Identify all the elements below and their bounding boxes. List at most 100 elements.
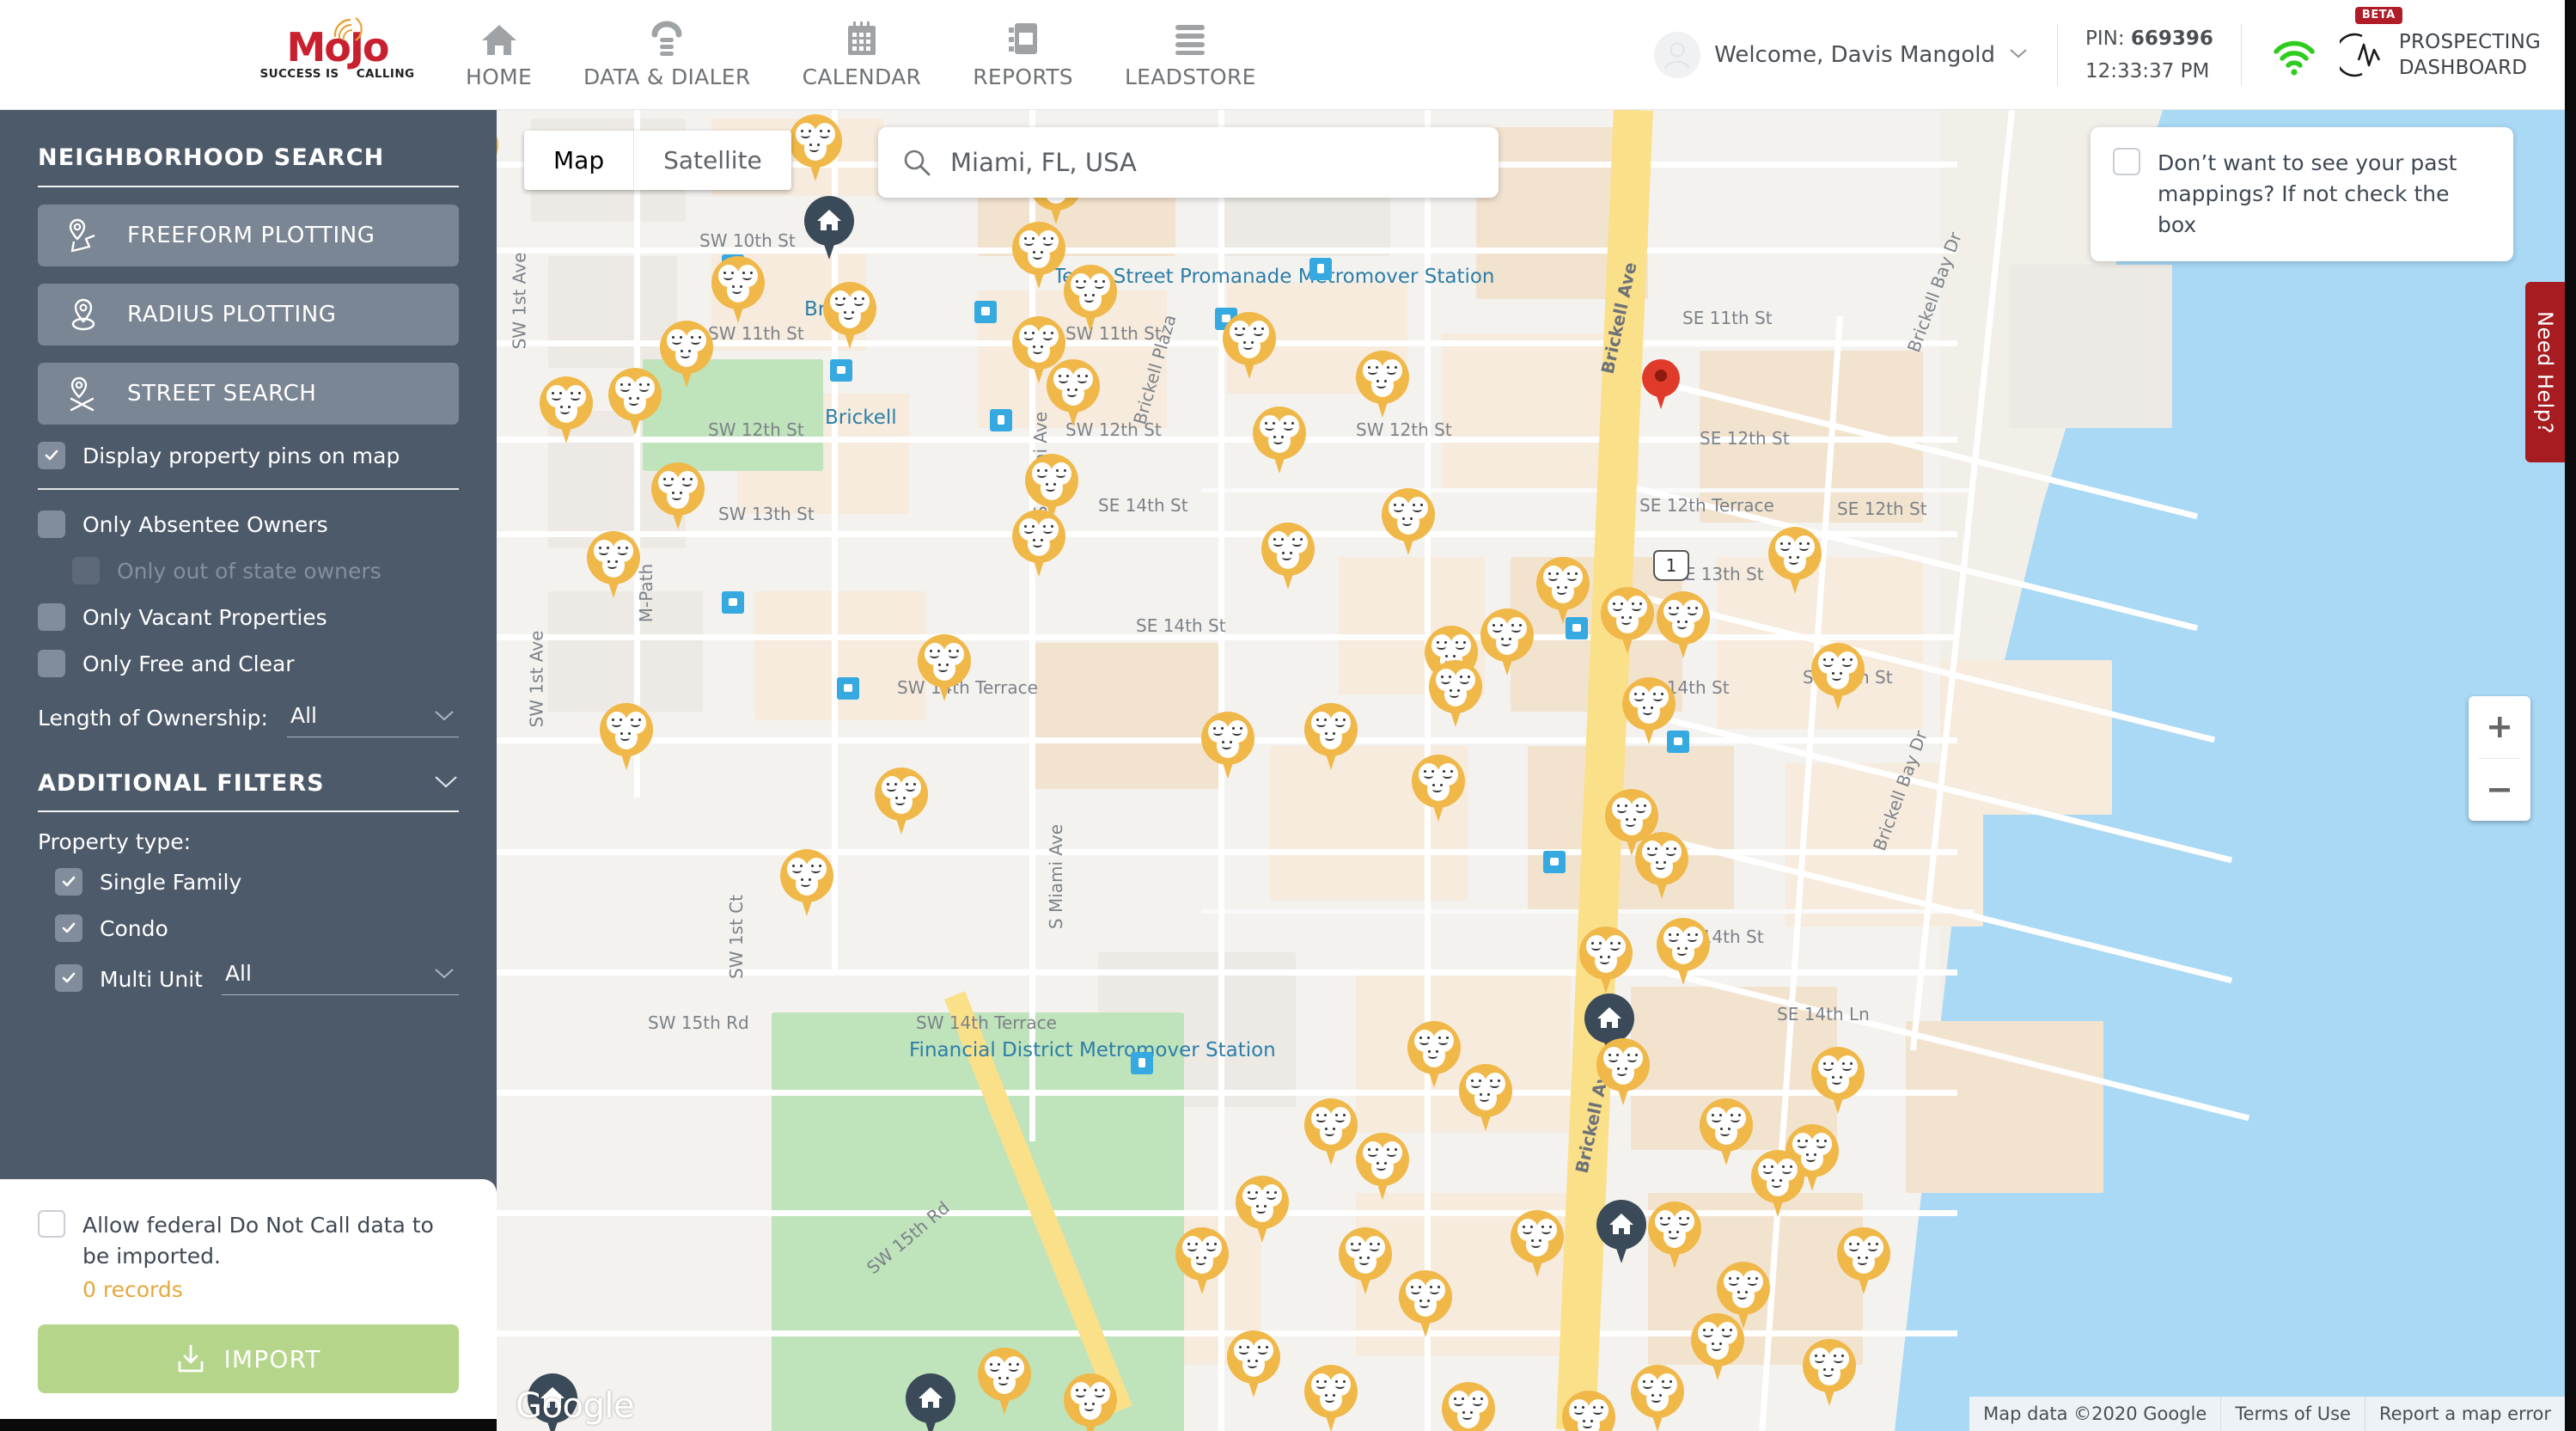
home-pin[interactable]	[804, 196, 854, 260]
property-cluster-pin[interactable]	[1223, 312, 1276, 379]
property-cluster-pin[interactable]	[1429, 660, 1482, 727]
property-cluster-pin[interactable]	[608, 368, 662, 435]
nav-item-calendar[interactable]: CALENDAR	[777, 0, 948, 110]
additional-filters-header[interactable]: ADDITIONAL FILTERS	[38, 770, 459, 797]
property-cluster-pin[interactable]	[1064, 265, 1117, 332]
radius-plotting-button[interactable]: RADIUS PLOTTING	[38, 284, 459, 346]
property-cluster-pin[interactable]	[789, 114, 842, 181]
zoom-in-button[interactable]	[2469, 696, 2530, 758]
property-cluster-pin[interactable]	[1399, 1270, 1452, 1337]
street-search-button[interactable]: STREET SEARCH	[38, 363, 459, 425]
map-type-satellite[interactable]: Satellite	[634, 131, 791, 190]
need-help-tab[interactable]: Need Help?	[2525, 282, 2565, 462]
multi-unit-checkbox[interactable]	[55, 964, 82, 992]
property-cluster-pin[interactable]	[1751, 1150, 1804, 1217]
prospecting-dashboard-link[interactable]: BETA PROSPECTING DASHBOARD	[2339, 6, 2541, 81]
property-cluster-pin[interactable]	[540, 376, 593, 443]
map-search-box[interactable]: Miami, FL, USA	[878, 127, 1499, 198]
property-cluster-pin[interactable]	[978, 1348, 1031, 1415]
nav-item-data-dialer[interactable]: DATA & DIALER	[558, 0, 777, 110]
property-cluster-pin[interactable]	[1768, 527, 1822, 594]
zoom-out-button[interactable]	[2469, 759, 2530, 821]
property-cluster-pin[interactable]	[1064, 1373, 1117, 1431]
property-cluster-pin[interactable]	[1227, 1330, 1280, 1397]
property-cluster-pin[interactable]	[823, 282, 876, 349]
property-cluster-pin[interactable]	[1412, 755, 1465, 822]
property-cluster-pin[interactable]	[1304, 703, 1358, 770]
property-cluster-pin[interactable]	[1382, 488, 1435, 555]
property-cluster-pin[interactable]	[1480, 608, 1534, 676]
property-cluster-pin[interactable]	[1304, 1098, 1358, 1165]
condo-checkbox[interactable]	[55, 914, 82, 942]
property-cluster-pin[interactable]	[1339, 1227, 1392, 1294]
property-cluster-pin[interactable]	[1601, 587, 1654, 654]
user-menu[interactable]: Welcome, Davis Mangold	[1654, 23, 2058, 86]
nav-item-reports[interactable]: REPORTS	[947, 0, 1099, 110]
property-cluster-pin[interactable]	[660, 321, 713, 388]
property-cluster-pin[interactable]	[1631, 1365, 1684, 1431]
attrib-terms[interactable]: Terms of Use	[2220, 1397, 2365, 1431]
map-type-toggle[interactable]: Map Satellite	[524, 131, 791, 190]
map-type-map[interactable]: Map	[524, 131, 635, 190]
property-cluster-pin[interactable]	[1236, 1176, 1289, 1243]
property-cluster-pin[interactable]	[1304, 1365, 1358, 1431]
property-cluster-pin[interactable]	[1700, 1098, 1753, 1165]
property-cluster-pin[interactable]	[1811, 643, 1865, 710]
property-cluster-pin[interactable]	[1635, 832, 1688, 899]
property-cluster-pin[interactable]	[918, 634, 971, 701]
property-cluster-pin[interactable]	[1657, 918, 1710, 985]
property-cluster-pin[interactable]	[1261, 523, 1315, 590]
nav-item-home[interactable]: HOME	[440, 0, 558, 110]
property-cluster-pin[interactable]	[1811, 1047, 1865, 1114]
property-cluster-pin[interactable]	[1356, 351, 1409, 418]
nav-item-leadstore[interactable]: LEADSTORE	[1099, 0, 1282, 110]
home-pin[interactable]	[906, 1373, 955, 1431]
length-of-ownership-select[interactable]: All	[286, 703, 459, 737]
property-cluster-pin[interactable]	[1047, 359, 1100, 426]
property-cluster-pin[interactable]	[1459, 1064, 1512, 1131]
map-zoom-controls[interactable]	[2469, 696, 2530, 821]
property-cluster-pin[interactable]	[1622, 677, 1676, 744]
property-cluster-pin[interactable]	[1579, 926, 1633, 994]
home-pin[interactable]	[1596, 1200, 1646, 1263]
only-out-of-state-owners-checkbox[interactable]	[72, 557, 100, 584]
property-cluster-pin[interactable]	[600, 703, 653, 770]
property-cluster-pin[interactable]	[1837, 1227, 1890, 1294]
property-cluster-pin[interactable]	[651, 462, 705, 529]
property-cluster-pin[interactable]	[711, 256, 765, 323]
property-cluster-pin[interactable]	[1442, 1382, 1495, 1431]
property-cluster-pin[interactable]	[1012, 510, 1065, 577]
past-mappings-checkbox[interactable]	[2113, 148, 2140, 175]
only-free-and-clear-checkbox[interactable]	[38, 650, 65, 677]
property-cluster-pin[interactable]	[1201, 712, 1254, 779]
property-cluster-pin[interactable]	[780, 849, 833, 916]
property-cluster-pin[interactable]	[1175, 1227, 1229, 1294]
property-cluster-pin[interactable]	[1562, 1391, 1615, 1431]
single-family-checkbox[interactable]	[55, 868, 82, 896]
property-cluster-pin[interactable]	[1012, 222, 1065, 289]
only-absentee-owners-checkbox[interactable]	[38, 511, 65, 538]
search-input[interactable]: Miami, FL, USA	[950, 148, 1137, 177]
dnc-checkbox[interactable]	[38, 1210, 65, 1238]
property-cluster-pin[interactable]	[1536, 557, 1590, 624]
property-cluster-pin[interactable]	[587, 531, 640, 598]
property-cluster-pin[interactable]	[1803, 1339, 1856, 1406]
map-canvas[interactable]: SW 9th St SW 10th St SW 11th St SW 11th …	[497, 110, 2565, 1431]
display-pins-checkbox[interactable]	[38, 442, 65, 469]
attrib-report[interactable]: Report a map error	[2364, 1397, 2565, 1431]
freeform-plotting-button[interactable]: FREEFORM PLOTTING	[38, 205, 459, 266]
import-button[interactable]: IMPORT	[38, 1324, 459, 1393]
property-cluster-pin[interactable]	[1253, 407, 1306, 474]
only-vacant-properties-checkbox[interactable]	[38, 603, 65, 631]
multi-unit-select[interactable]: All	[221, 961, 459, 995]
property-cluster-pin[interactable]	[1648, 1202, 1701, 1269]
property-cluster-pin[interactable]	[1596, 1038, 1650, 1105]
property-cluster-pin[interactable]	[875, 767, 928, 835]
property-cluster-pin[interactable]	[1691, 1313, 1744, 1380]
map-marker-red[interactable]	[1642, 359, 1680, 409]
property-cluster-pin[interactable]	[1657, 591, 1710, 658]
property-cluster-pin[interactable]	[1356, 1133, 1409, 1200]
property-cluster-pin[interactable]	[1407, 1021, 1461, 1088]
property-cluster-pin[interactable]	[1511, 1210, 1564, 1277]
mojo-logo[interactable]: MoJo SUCCESS IS CALLING	[253, 0, 421, 109]
